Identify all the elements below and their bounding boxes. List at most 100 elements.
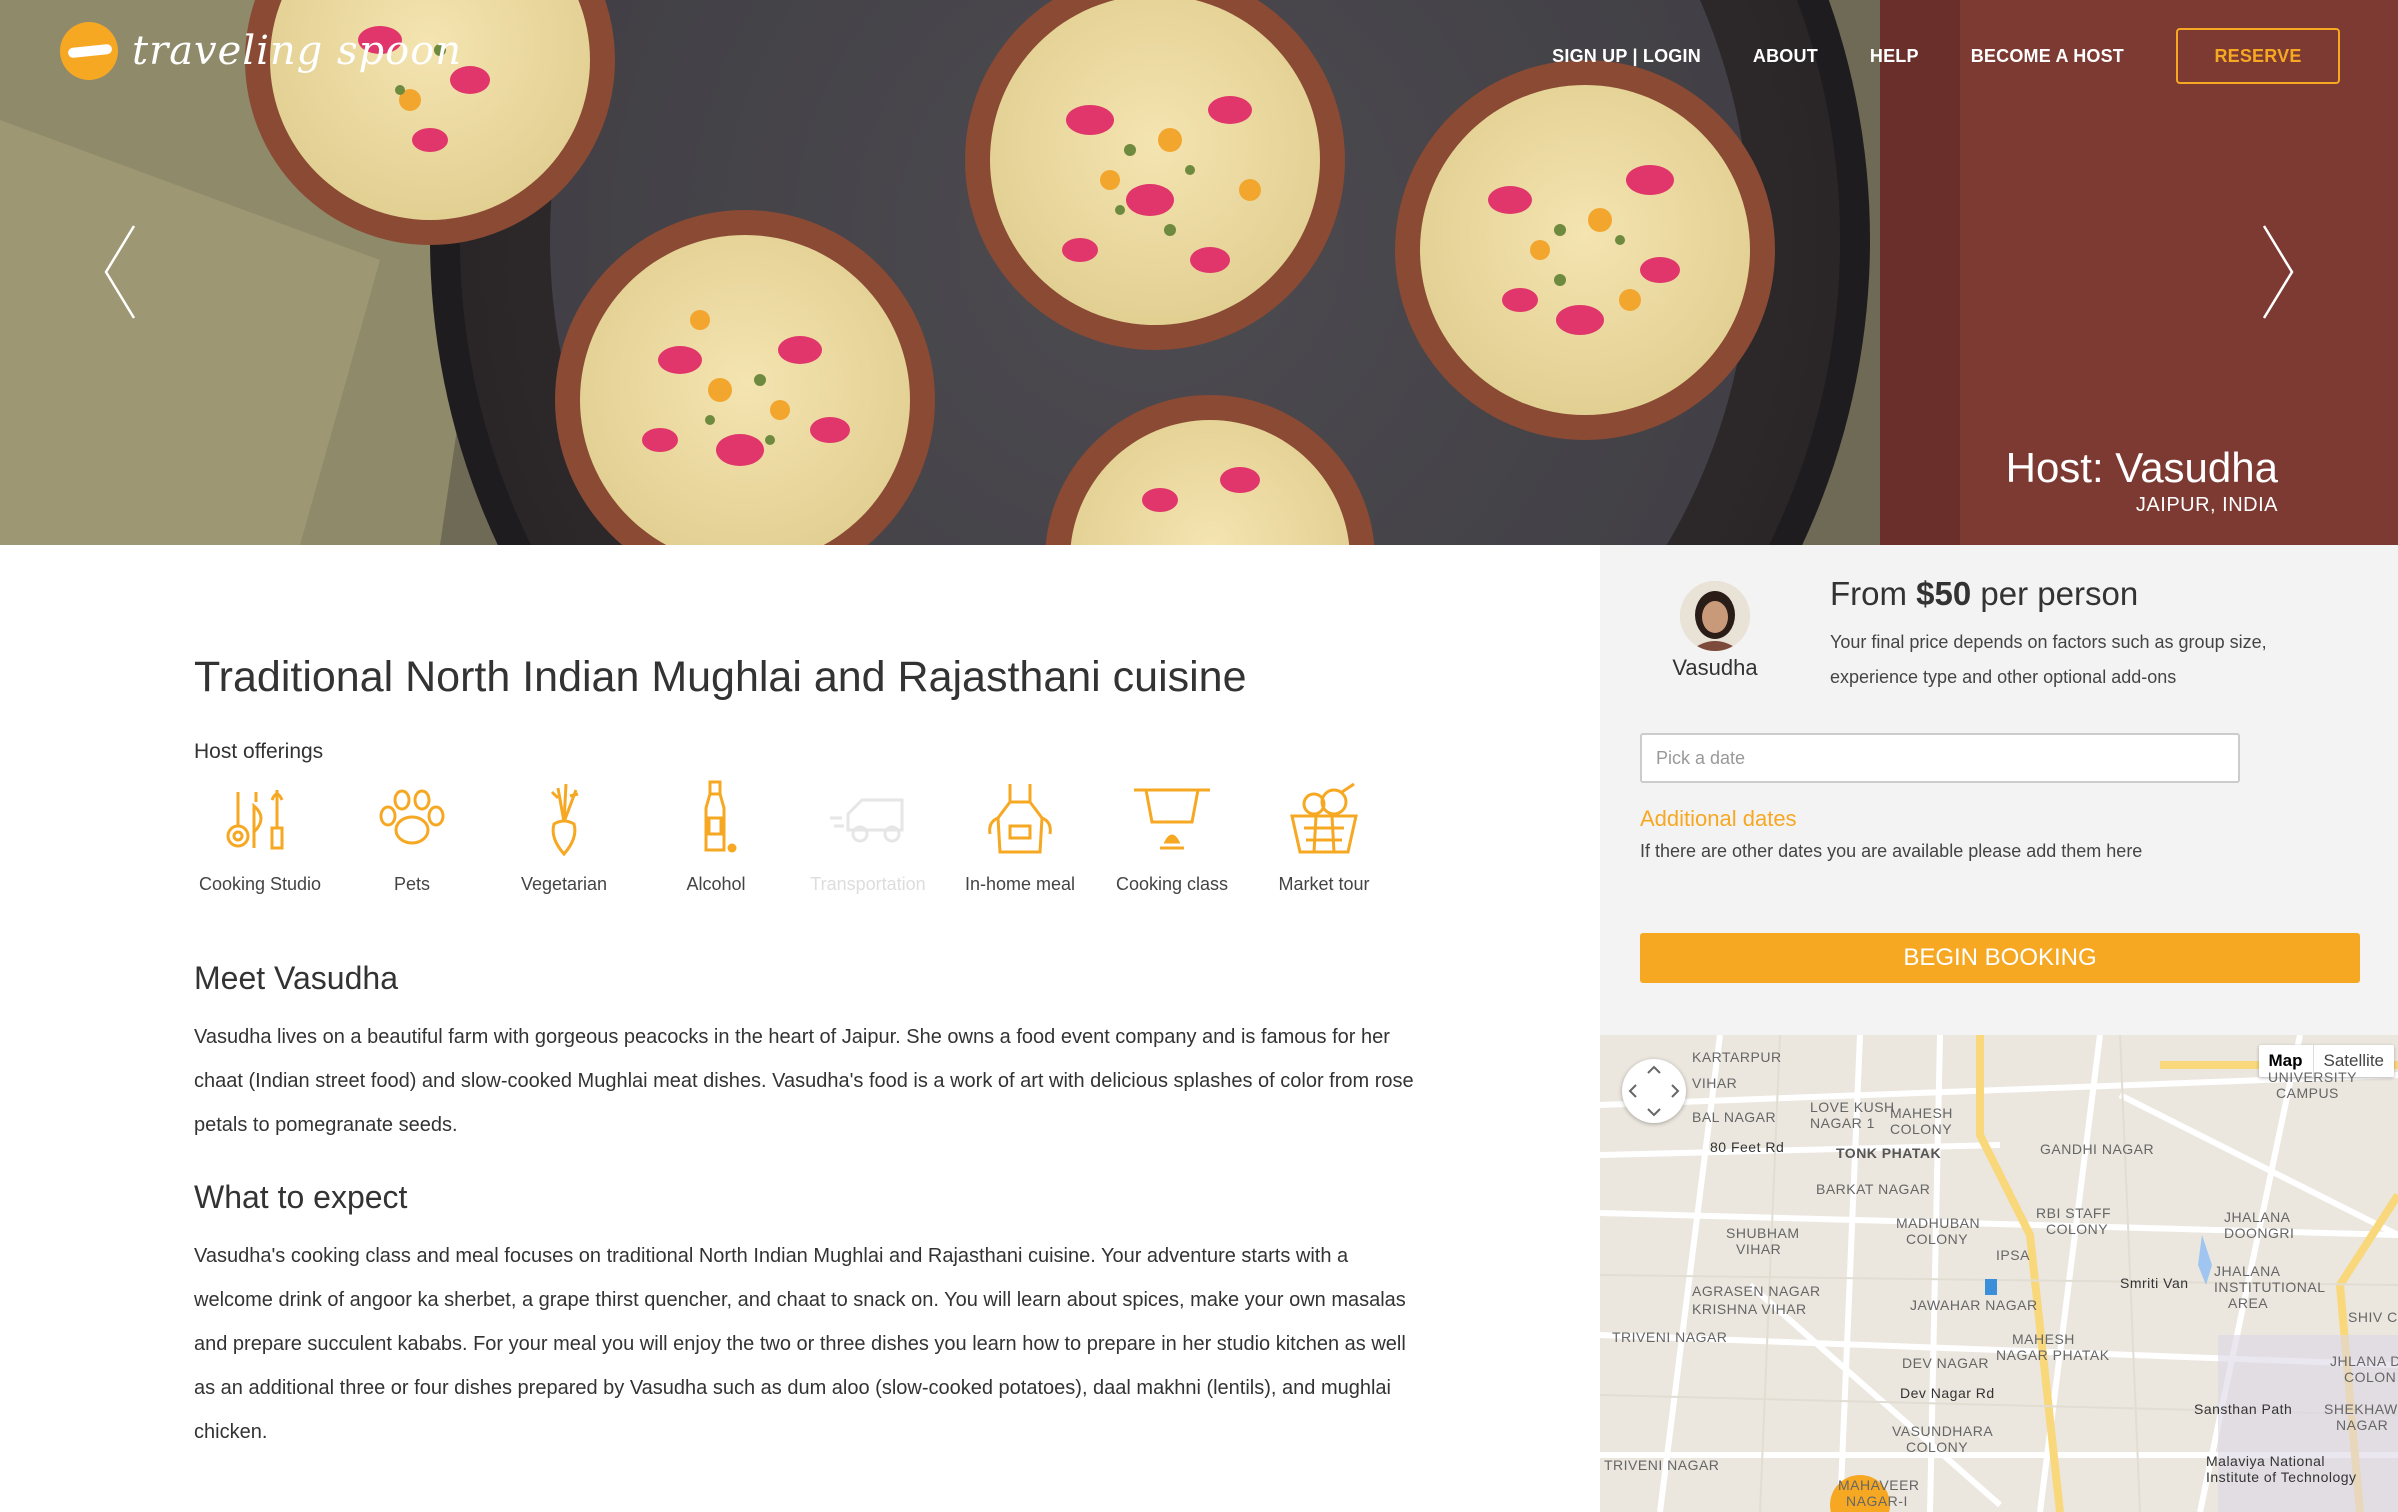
map-label: AGRASEN NAGAR bbox=[1692, 1283, 1821, 1299]
map-label: NAGAR bbox=[2336, 1417, 2389, 1433]
map-label: MAHAVEER bbox=[1838, 1477, 1920, 1493]
map-label: NAGAR PHATAK bbox=[1996, 1347, 2110, 1363]
map-label: SHUBHAM bbox=[1726, 1225, 1800, 1241]
basket-icon bbox=[1290, 782, 1358, 854]
page-title: Traditional North Indian Mughlai and Raj… bbox=[194, 653, 1247, 701]
date-picker-input[interactable] bbox=[1640, 733, 2240, 783]
host-offerings: Cooking Studio Pets Vegetarian Alcohol T… bbox=[184, 778, 1404, 898]
map-label: Malaviya National bbox=[2206, 1453, 2325, 1469]
top-nav: SIGN UP | LOGIN ABOUT HELP BECOME A HOST… bbox=[1500, 28, 2340, 84]
map-label: COLONY bbox=[1906, 1231, 1969, 1247]
offering-cooking-class: Cooking class bbox=[1096, 778, 1248, 898]
hero-location: JAIPUR, INDIA bbox=[2135, 494, 2278, 516]
location-map[interactable]: Map Satellite KARTARPUR VIHAR BAL NAGAR … bbox=[1600, 1035, 2398, 1512]
map-label: BARKAT NAGAR bbox=[1816, 1181, 1931, 1197]
map-label: NAGAR-I bbox=[1846, 1493, 1908, 1509]
map-label: MAHESH bbox=[2012, 1331, 2075, 1347]
map-label: SHIV C bbox=[2348, 1309, 2398, 1325]
nav-about[interactable]: ABOUT bbox=[1753, 46, 1818, 67]
offering-label: In-home meal bbox=[964, 874, 1076, 894]
map-label: MADHUBAN bbox=[1896, 1215, 1981, 1231]
offering-in-home-meal: In-home meal bbox=[944, 778, 1096, 898]
offering-label: Vegetarian bbox=[520, 874, 608, 894]
map-label: GANDHI NAGAR bbox=[2040, 1141, 2155, 1157]
offering-label: Transportation bbox=[810, 874, 926, 894]
map-label: Institute of Technology bbox=[2206, 1469, 2357, 1485]
map-label: VIHAR bbox=[1736, 1241, 1782, 1257]
map-label: LOVE KUSH bbox=[1810, 1099, 1895, 1115]
radish-icon bbox=[550, 783, 579, 857]
map-label: COLONY bbox=[2046, 1221, 2109, 1237]
booking-panel: Vasudha From $50 per person Your final p… bbox=[1600, 545, 2398, 1035]
chevron-left-icon[interactable] bbox=[100, 222, 140, 322]
map-label: COLON bbox=[2344, 1369, 2397, 1385]
avatar[interactable] bbox=[1680, 581, 1750, 651]
expect-description: Vasudha's cooking class and meal focuses… bbox=[194, 1245, 1406, 1443]
price-prefix: From bbox=[1830, 575, 1917, 612]
offering-label: Alcohol bbox=[686, 874, 746, 894]
map-label: NAGAR 1 bbox=[1810, 1115, 1875, 1131]
map-label: COLONY bbox=[1890, 1121, 1953, 1137]
map-label: CAMPUS bbox=[2276, 1085, 2339, 1101]
offering-label: Cooking class bbox=[1115, 874, 1229, 894]
map-label: JHALANA bbox=[2224, 1209, 2291, 1225]
map-label: JHLANA D bbox=[2330, 1353, 2398, 1369]
additional-dates-link[interactable]: Additional dates bbox=[1640, 806, 1797, 832]
chevron-right-icon[interactable] bbox=[2258, 222, 2298, 322]
price-heading: From $50 per person bbox=[1830, 575, 2138, 613]
map-pan-control[interactable] bbox=[1622, 1059, 1686, 1123]
price-amount: $50 bbox=[1916, 575, 1972, 612]
map-label: KRISHNA VIHAR bbox=[1692, 1301, 1807, 1317]
utensils-icon bbox=[226, 790, 284, 850]
map-label: 80 Feet Rd bbox=[1710, 1139, 1785, 1155]
logo-text: traveling spoon bbox=[132, 28, 463, 74]
offering-vegetarian: Vegetarian bbox=[488, 778, 640, 898]
map-label: BAL NAGAR bbox=[1692, 1109, 1777, 1125]
brand-logo[interactable]: traveling spoon bbox=[60, 22, 462, 80]
offering-transportation: Transportation bbox=[792, 778, 944, 898]
price-note: Your final price depends on factors such… bbox=[1830, 632, 2267, 687]
reserve-button[interactable]: RESERVE bbox=[2176, 28, 2340, 84]
pot-icon bbox=[1134, 788, 1210, 850]
map-label: JHALANA bbox=[2214, 1263, 2281, 1279]
experience-details: Traditional North Indian Mughlai and Raj… bbox=[194, 545, 1414, 1454]
apron-icon bbox=[988, 784, 1052, 854]
price-suffix: per person bbox=[1971, 575, 2139, 612]
map-label: KARTARPUR bbox=[1692, 1049, 1782, 1065]
offering-market-tour: Market tour bbox=[1248, 778, 1400, 898]
offering-label: Cooking Studio bbox=[198, 874, 322, 894]
meet-description: Vasudha lives on a beautiful farm with g… bbox=[194, 1026, 1414, 1136]
hero-banner: traveling spoon SIGN UP | LOGIN ABOUT HE… bbox=[0, 0, 2398, 545]
spoon-logo-icon bbox=[60, 22, 118, 80]
pan-arrows-icon bbox=[1628, 1065, 1680, 1117]
map-label: SHEKHAW bbox=[2324, 1401, 2398, 1417]
begin-booking-button[interactable]: BEGIN BOOKING bbox=[1640, 933, 2360, 983]
additional-dates-note: If there are other dates you are availab… bbox=[1640, 841, 2143, 861]
map-label: VASUNDHARA bbox=[1892, 1423, 1994, 1439]
map-label: AREA bbox=[2228, 1295, 2269, 1311]
offerings-label: Host offerings bbox=[194, 740, 324, 763]
map-label: DEV NAGAR bbox=[1902, 1355, 1989, 1371]
map-label: VIHAR bbox=[1692, 1075, 1738, 1091]
nav-signup-login[interactable]: SIGN UP | LOGIN bbox=[1552, 46, 1701, 67]
map-label: COLONY bbox=[1906, 1439, 1969, 1455]
offering-alcohol: Alcohol bbox=[640, 778, 792, 898]
car-icon bbox=[830, 798, 904, 843]
paw-icon bbox=[379, 789, 445, 845]
map-label: TRIVENI NAGAR bbox=[1612, 1329, 1728, 1345]
offering-cooking-studio: Cooking Studio bbox=[184, 778, 336, 898]
map-label: Dev Nagar Rd bbox=[1900, 1385, 1995, 1401]
map-label: INSTITUTIONAL bbox=[2214, 1279, 2326, 1295]
map-label: IPSA bbox=[1996, 1247, 2030, 1263]
host-first-name: Vasudha bbox=[1672, 655, 1758, 680]
map-label: MAHESH bbox=[1890, 1105, 1953, 1121]
map-label: DOONGRI bbox=[2224, 1225, 2295, 1241]
map-label: TRIVENI NAGAR bbox=[1604, 1457, 1720, 1473]
nav-become-host[interactable]: BECOME A HOST bbox=[1971, 46, 2124, 67]
expect-heading: What to expect bbox=[194, 1179, 408, 1215]
hero-host-name: Host: Vasudha bbox=[2005, 444, 2278, 491]
map-label: TONK PHATAK bbox=[1836, 1145, 1942, 1161]
map-label: UNIVERSITY bbox=[2268, 1069, 2358, 1085]
nav-help[interactable]: HELP bbox=[1870, 46, 1919, 67]
offering-label: Market tour bbox=[1278, 874, 1370, 894]
